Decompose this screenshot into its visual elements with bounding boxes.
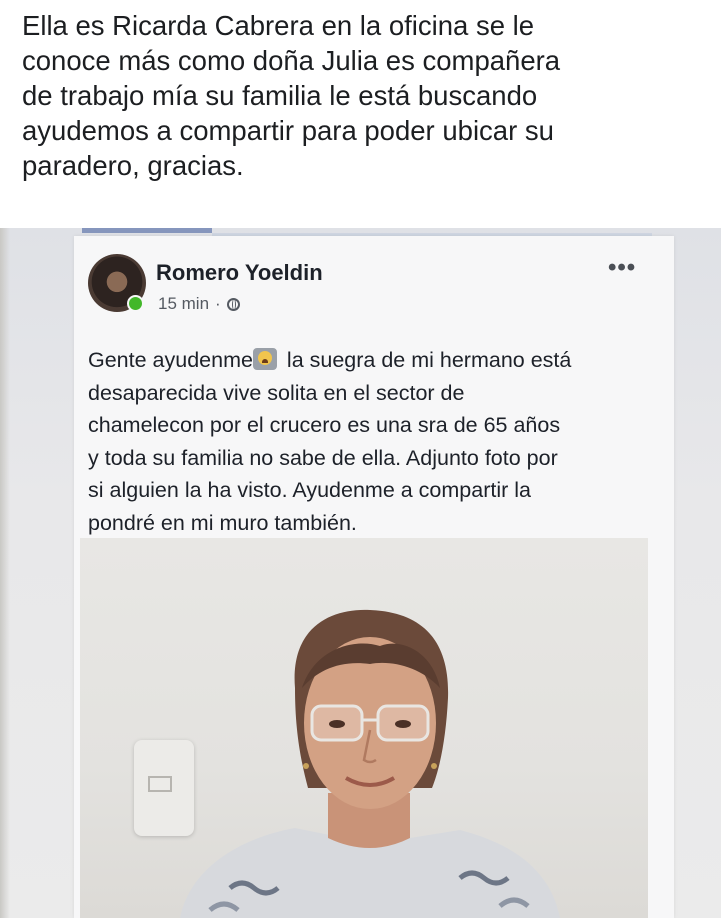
top-strip: [82, 228, 212, 233]
post-text-line: chamelecon por el crucero es una sra de …: [88, 413, 561, 437]
post-text-line: Gente ayudenme la suegra de mi hermano e…: [88, 344, 668, 377]
post-photo[interactable]: [80, 538, 648, 918]
facebook-post: Romero Yoeldin 15 min · ••• Gente ayuden…: [74, 236, 674, 918]
shared-screenshot: Romero Yoeldin 15 min · ••• Gente ayuden…: [0, 228, 721, 918]
screen-edge: [0, 228, 10, 918]
post-meta: 15 min ·: [158, 294, 240, 314]
post-author[interactable]: Romero Yoeldin: [156, 260, 323, 286]
post-text-segment: Gente ayudenme: [88, 348, 253, 372]
post-text-line: desaparecida vive solita en el sector de: [88, 380, 465, 405]
post-caption: Ella es Ricarda Cabrera en la oficina se…: [22, 8, 702, 183]
globe-icon: [226, 297, 240, 311]
meta-separator: ·: [215, 294, 221, 313]
post-time[interactable]: 15 min: [158, 294, 209, 314]
more-icon[interactable]: •••: [608, 256, 636, 280]
post-text: Gente ayudenme la suegra de mi hermano e…: [88, 344, 668, 539]
post-text-line: pondré en mi muro también.: [88, 510, 357, 535]
post-text-line: y toda su familia no sabe de ella. Adjun…: [88, 445, 558, 470]
caption-line: ayudemos a compartir para poder ubicar s…: [22, 115, 554, 146]
caption-line: conoce más como doña Julia es compañera: [22, 45, 561, 76]
caption-line: paradero, gracias.: [22, 150, 244, 181]
post-text-line: si alguien la ha visto. Ayudenme a compa…: [88, 478, 531, 502]
post-text-segment: la suegra de mi hermano está: [280, 348, 572, 372]
woman-portrait: [180, 609, 560, 918]
caption-line: Ella es Ricarda Cabrera en la oficina se…: [22, 10, 535, 41]
crying-face-icon: [252, 348, 277, 370]
online-status-dot: [127, 295, 144, 312]
caption-line: de trabajo mía su familia le está buscan…: [22, 80, 538, 111]
